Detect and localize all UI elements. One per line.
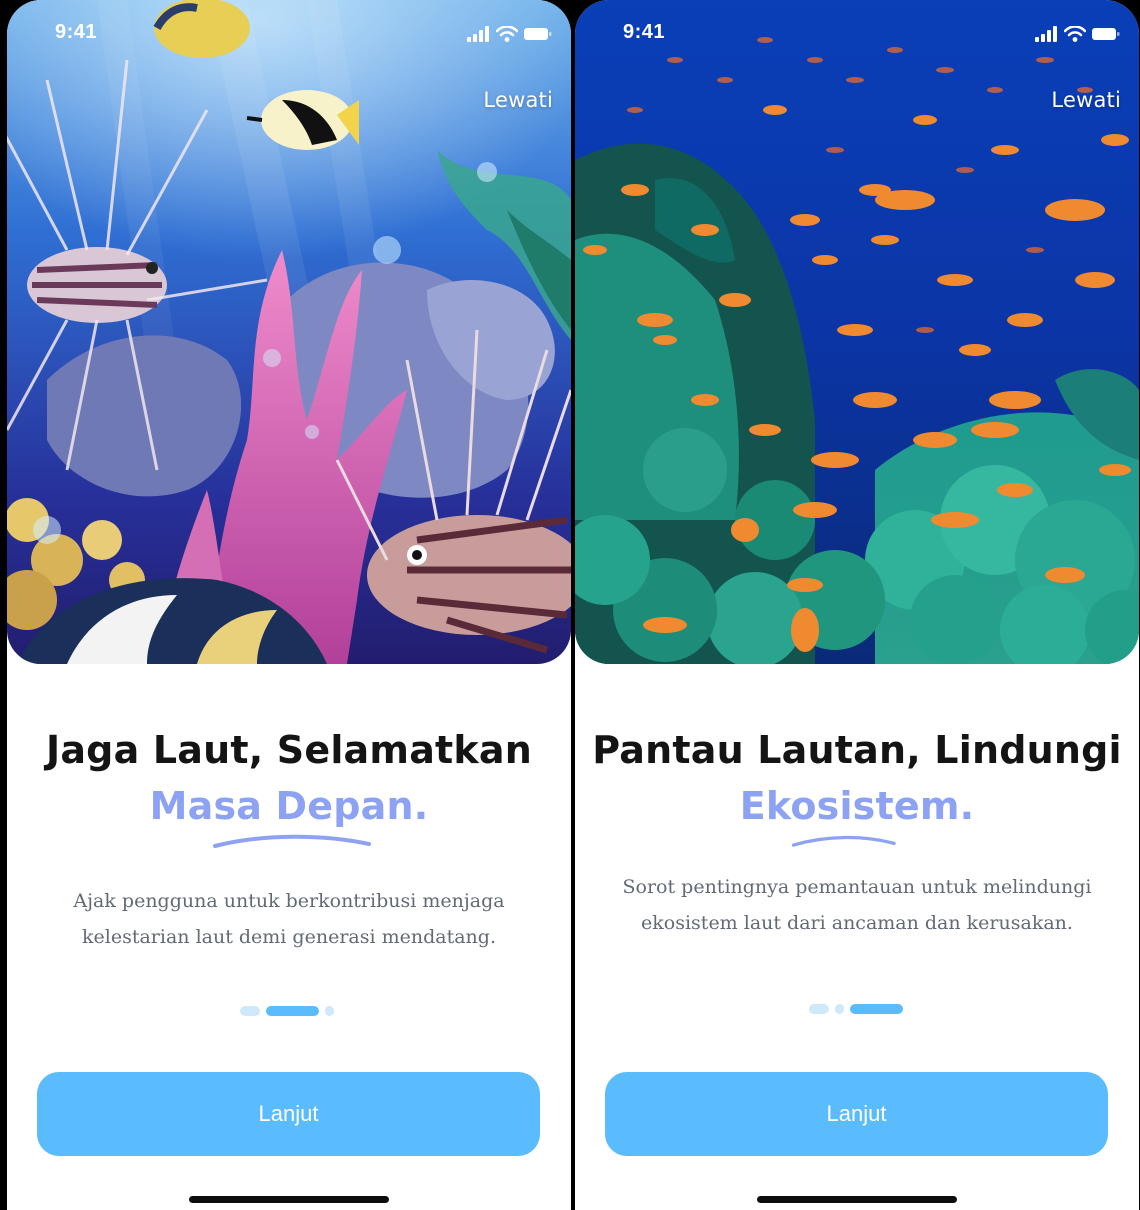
page-dot-2-active[interactable] bbox=[266, 1006, 319, 1016]
next-button[interactable]: Lanjut bbox=[605, 1072, 1108, 1156]
title-line-1: Pantau Lautan, Lindungi bbox=[592, 728, 1122, 772]
wifi-icon bbox=[496, 26, 518, 42]
battery-icon bbox=[1092, 28, 1120, 40]
title-underline-swoosh bbox=[213, 834, 371, 848]
title-underline-swoosh bbox=[791, 835, 896, 847]
skip-button[interactable]: Lewati bbox=[1051, 88, 1121, 112]
onboarding-screen-1: 9:41 Lewati Jaga Laut, Selamatkan Masa D… bbox=[7, 0, 571, 1210]
page-dot-1[interactable] bbox=[240, 1006, 260, 1016]
description-text: Sorot pentingnya pemantauan untuk melind… bbox=[622, 876, 1092, 934]
signal-icon bbox=[467, 26, 489, 42]
status-bar: 9:41 bbox=[7, 0, 571, 60]
page-indicator bbox=[240, 1006, 336, 1016]
wifi-icon bbox=[1064, 26, 1086, 42]
battery-icon bbox=[524, 28, 552, 40]
page-dot-3[interactable] bbox=[325, 1006, 334, 1016]
title-line-2-accent: Ekosistem. bbox=[739, 784, 975, 828]
status-icons bbox=[1007, 26, 1120, 46]
home-indicator bbox=[757, 1196, 957, 1203]
status-icons bbox=[439, 26, 552, 46]
description-text: Ajak pengguna untuk berkontribusi menjag… bbox=[73, 890, 505, 948]
status-time: 9:41 bbox=[623, 21, 666, 43]
home-indicator bbox=[189, 1196, 389, 1203]
onboarding-screen-2: 9:41 Lewati Pantau Lautan, Lindungi Ekos… bbox=[575, 0, 1139, 1210]
page-indicator bbox=[809, 1004, 905, 1014]
title-line-2-accent: Masa Depan. bbox=[149, 784, 429, 828]
page-dot-1[interactable] bbox=[809, 1004, 829, 1014]
status-bar: 9:41 bbox=[575, 0, 1139, 60]
page-dot-3-active[interactable] bbox=[850, 1004, 903, 1014]
title-line-1: Jaga Laut, Selamatkan bbox=[46, 728, 532, 772]
status-time: 9:41 bbox=[55, 21, 98, 43]
skip-button[interactable]: Lewati bbox=[483, 88, 553, 112]
page-dot-2[interactable] bbox=[835, 1004, 844, 1014]
next-button[interactable]: Lanjut bbox=[37, 1072, 540, 1156]
signal-icon bbox=[1035, 26, 1057, 42]
